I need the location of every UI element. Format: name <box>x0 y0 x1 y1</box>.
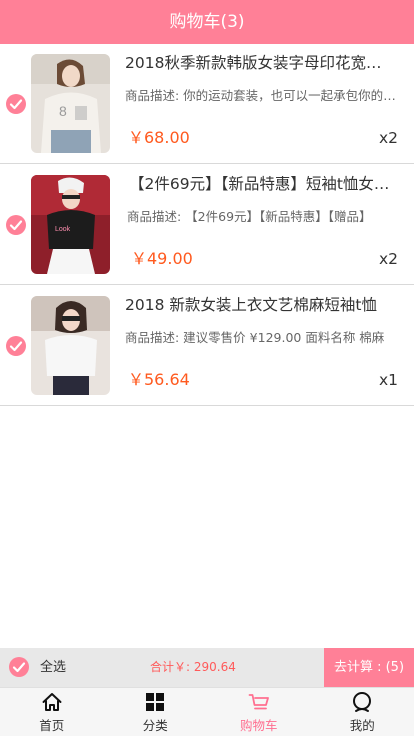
bottom-tab-bar: 首页 分类 购物车 我的 <box>0 687 414 736</box>
checkmark-icon <box>12 662 26 673</box>
product-price: ￥56.64 <box>128 370 190 389</box>
tab-home[interactable]: 首页 <box>0 688 104 736</box>
product-title[interactable]: 2018 新款女装上衣文艺棉麻短袖t恤 <box>125 294 390 316</box>
product-title[interactable]: 2018秋季新款韩版女装字母印花宽松长袖卫衣 <box>125 52 390 74</box>
select-all-checkbox[interactable] <box>9 657 29 677</box>
product-quantity: x1 <box>378 371 398 389</box>
product-description: 商品描述: 你的运动套装，也可以一起承包你的日常穿搭 <box>125 88 400 103</box>
tab-category[interactable]: 分类 <box>104 688 208 736</box>
product-quantity: x2 <box>378 129 398 147</box>
tab-profile[interactable]: 我的 <box>311 688 414 736</box>
item-checkbox[interactable] <box>6 215 26 235</box>
select-all-label[interactable]: 全选 <box>40 648 66 687</box>
page-title: 购物车(3) <box>169 12 245 32</box>
product-image[interactable]: 8 <box>31 54 110 153</box>
grid-icon <box>146 693 165 711</box>
total-price: 合计￥: 290.64 <box>150 660 236 674</box>
svg-text:8: 8 <box>59 103 67 119</box>
checkmark-icon <box>9 341 23 352</box>
checkmark-icon <box>9 99 23 110</box>
user-icon <box>353 692 372 712</box>
product-image[interactable] <box>31 296 110 395</box>
cart-summary-bar: 全选 合计￥: 290.64 去计算 : (5) <box>0 648 414 687</box>
cart-item: Look 【2件69元】【新品特惠】短袖t恤女夏装 商品描述: 【2件69元】【… <box>0 165 414 285</box>
checkout-button[interactable]: 去计算 : (5) <box>324 648 414 687</box>
product-image[interactable]: Look <box>31 175 110 274</box>
product-description: 商品描述: 【2件69元】【新品特惠】【赠品】 <box>127 209 372 224</box>
tab-profile-label: 我的 <box>349 718 375 733</box>
product-quantity: x2 <box>378 250 398 268</box>
cart-icon <box>248 694 269 710</box>
product-price: ￥68.00 <box>128 128 190 147</box>
tab-category-label: 分类 <box>142 718 168 733</box>
svg-text:Look: Look <box>55 226 71 233</box>
cart-item: 2018 新款女装上衣文艺棉麻短袖t恤 商品描述: 建议零售价 ¥129.00 … <box>0 286 414 406</box>
product-title[interactable]: 【2件69元】【新品特惠】短袖t恤女夏装 <box>129 173 394 195</box>
home-icon <box>42 693 62 711</box>
product-price: ￥49.00 <box>131 249 193 268</box>
tab-cart-label: 购物车 <box>239 718 278 733</box>
item-checkbox[interactable] <box>6 94 26 114</box>
item-checkbox[interactable] <box>6 336 26 356</box>
checkmark-icon <box>9 220 23 231</box>
tab-home-label: 首页 <box>39 718 65 733</box>
tab-cart[interactable]: 购物车 <box>207 688 311 736</box>
page-header: 购物车(3) <box>0 0 414 44</box>
cart-item: 8 2018秋季新款韩版女装字母印花宽松长袖卫衣 商品描述: 你的运动套装，也可… <box>0 44 414 164</box>
product-description: 商品描述: 建议零售价 ¥129.00 面料名称 棉麻 <box>125 330 385 345</box>
